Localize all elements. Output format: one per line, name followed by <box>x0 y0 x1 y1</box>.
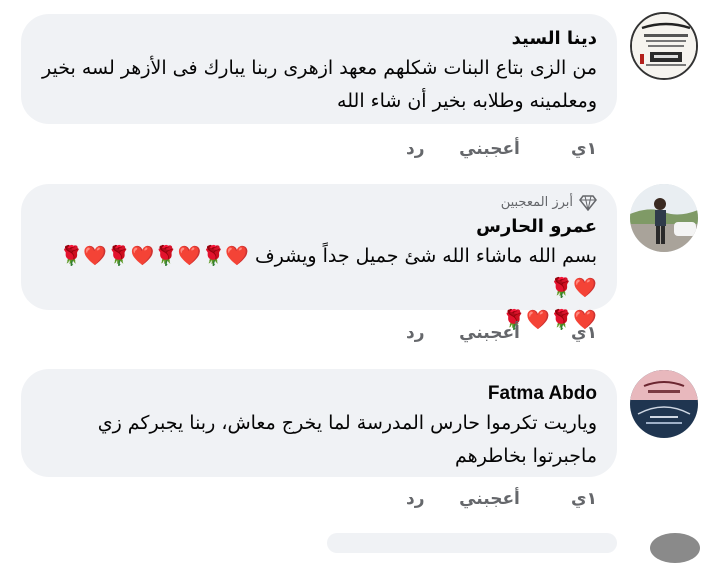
commenter-avatar[interactable] <box>630 184 698 252</box>
comment-text-body: بسم الله ماشاء الله شئ جميل جداً ويشرف <box>254 245 597 267</box>
diamond-icon <box>579 195 597 211</box>
commenter-avatar[interactable] <box>630 370 698 438</box>
comment-text: من الزى بتاع البنات شكلهم معهد ازهرى ربن… <box>42 57 597 112</box>
comment-text: بسم الله ماشاء الله شئ جميل جداً ويشرف ❤… <box>41 240 597 336</box>
like-button[interactable]: أعجبني <box>446 323 533 343</box>
comment-actions: ١ي أعجبني رد <box>406 323 597 343</box>
comment-author[interactable]: دينا السيد <box>41 28 597 50</box>
next-comment-bubble-edge <box>327 533 617 553</box>
comment-actions: ١ي أعجبني رد <box>406 139 597 159</box>
comment-actions: ١ي أعجبني رد <box>406 489 597 509</box>
comment-bubble: دينا السيد من الزى بتاع البنات شكلهم معه… <box>21 14 617 124</box>
like-button[interactable]: أعجبني <box>446 489 533 509</box>
like-button[interactable]: أعجبني <box>446 139 533 159</box>
reply-button[interactable]: رد <box>406 323 446 343</box>
comment-time[interactable]: ١ي <box>533 489 597 509</box>
avatar-image <box>632 14 696 78</box>
comment-time[interactable]: ١ي <box>533 139 597 159</box>
top-fan-label: أبرز المعجبين <box>500 195 573 210</box>
comment-bubble: Fatma Abdo وياريت تكرموا حارس المدرسة لم… <box>21 369 617 477</box>
reply-button[interactable]: رد <box>406 489 446 509</box>
avatar-image <box>630 184 698 252</box>
top-fan-badge: أبرز المعجبين <box>41 194 597 212</box>
reply-button[interactable]: رد <box>406 139 446 159</box>
comment-time[interactable]: ١ي <box>533 323 597 343</box>
comment-text: وياريت تكرموا حارس المدرسة لما يخرج معاش… <box>97 412 597 467</box>
comment-author[interactable]: عمرو الحارس <box>41 216 597 238</box>
avatar-image <box>630 370 698 438</box>
comment-bubble: أبرز المعجبين عمرو الحارس بسم الله ماشاء… <box>21 184 617 331</box>
comment-author[interactable]: Fatma Abdo <box>41 383 597 405</box>
commenter-avatar[interactable] <box>630 12 698 80</box>
